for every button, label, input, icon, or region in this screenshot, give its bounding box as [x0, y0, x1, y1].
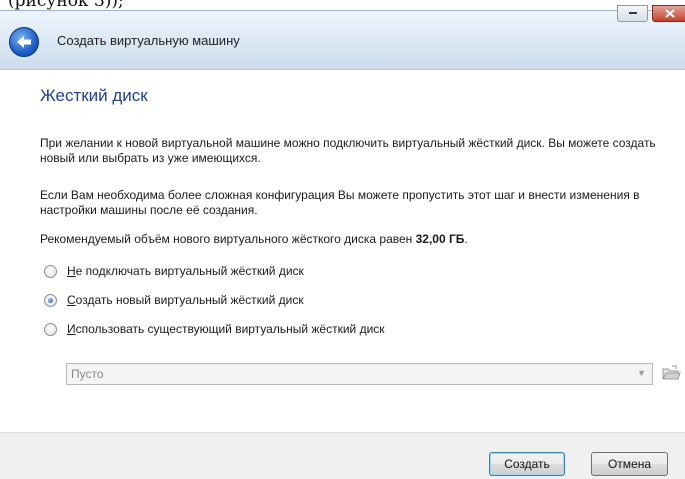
label-text: оздать новый виртуальный жёсткий диск — [75, 293, 304, 307]
option-no-disk[interactable]: Не подключать виртуальный жёсткий диск — [44, 262, 304, 280]
description-paragraph-2: Если Вам необходима более сложная конфиг… — [40, 188, 640, 217]
radio-existing-disk[interactable] — [44, 322, 57, 336]
existing-disk-select[interactable]: Пусто ▼ — [66, 363, 653, 385]
radio-no-disk[interactable] — [44, 264, 57, 278]
recommended-size-value: 32,00 ГБ — [415, 232, 465, 246]
option-existing-disk-label: Использовать существующий виртуальный жё… — [67, 322, 385, 336]
radio-create-disk[interactable] — [44, 293, 57, 307]
existing-disk-selected-value: Пусто — [71, 367, 104, 381]
page-title: Жесткий диск — [40, 86, 148, 105]
label-text: спользовать существующий виртуальный жёс… — [75, 322, 385, 336]
option-no-disk-label: Не подключать виртуальный жёсткий диск — [67, 264, 304, 278]
option-create-disk-label: Создать новый виртуальный жёсткий диск — [67, 293, 304, 307]
option-existing-disk[interactable]: Использовать существующий виртуальный жё… — [44, 320, 385, 338]
mnemonic-letter: С — [67, 293, 76, 307]
wizard-window: Создать виртуальную машину Жесткий диск … — [0, 5, 685, 479]
screenshot-frame: (рисунок 3)); Создать виртуальную машину… — [0, 0, 685, 479]
recommended-size-text: Рекомендуемый объём нового виртуального … — [40, 232, 680, 247]
minimize-icon — [629, 12, 637, 14]
mnemonic-letter: Н — [67, 264, 76, 278]
option-create-disk[interactable]: Создать новый виртуальный жёсткий диск — [44, 291, 304, 309]
back-button[interactable] — [9, 27, 39, 57]
cancel-button[interactable]: Отмена — [591, 452, 668, 476]
recommended-size-suffix: . — [464, 232, 468, 246]
create-button[interactable]: Создать — [489, 452, 565, 476]
browse-disk-button[interactable] — [660, 362, 682, 384]
recommended-size-prefix: Рекомендуемый объём нового виртуального … — [40, 232, 416, 246]
window-title: Создать виртуальную машину — [57, 33, 240, 48]
close-icon — [665, 9, 675, 18]
mnemonic-letter: И — [67, 322, 76, 336]
back-arrow-icon — [17, 36, 31, 48]
close-button[interactable] — [652, 5, 685, 22]
title-bar: Создать виртуальную машину — [0, 5, 685, 70]
button-bar: Создать Отмена — [0, 432, 685, 479]
folder-browse-icon — [662, 365, 681, 380]
chevron-down-icon: ▼ — [637, 368, 646, 378]
label-text: е подключать виртуальный жёсткий диск — [75, 264, 304, 278]
wizard-page: Жесткий диск При желании к новой виртуал… — [0, 70, 685, 430]
description-paragraph-1: При желании к новой виртуальной машине м… — [40, 136, 656, 165]
minimize-button[interactable] — [617, 5, 648, 22]
